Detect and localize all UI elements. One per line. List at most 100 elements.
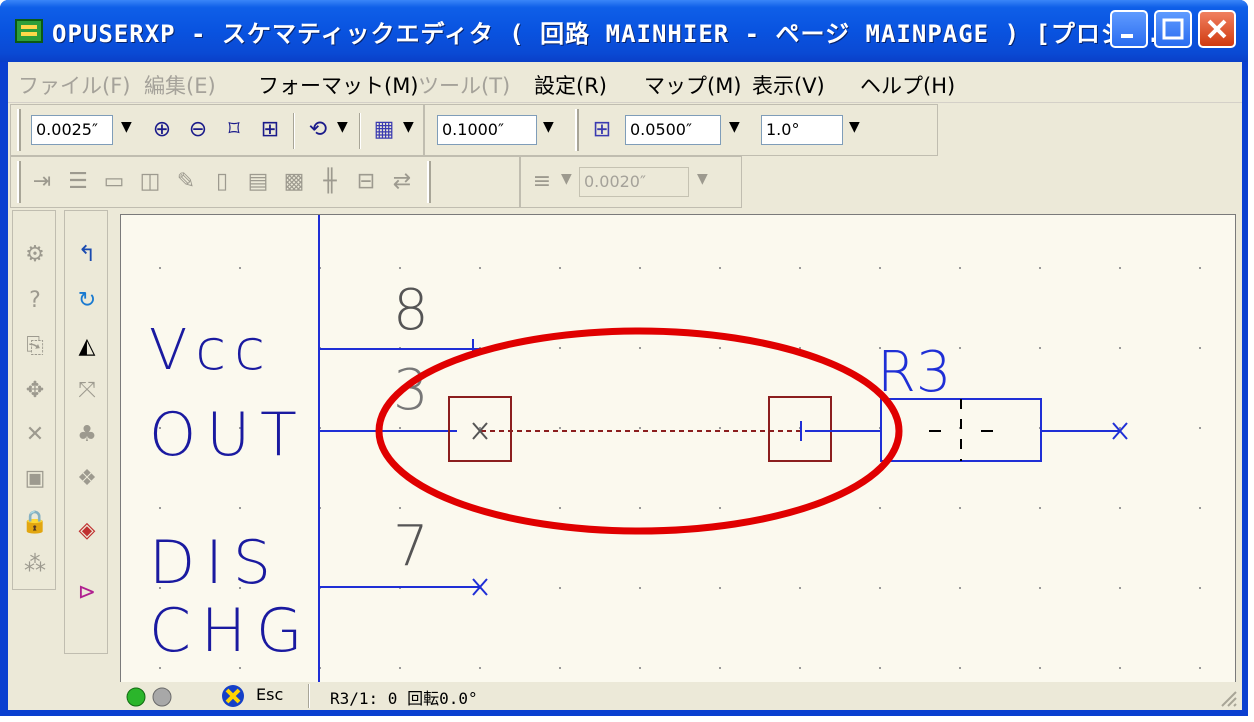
flip-icon[interactable]: ⤧ bbox=[71, 375, 103, 407]
green-status-icon bbox=[126, 687, 146, 707]
grid-combo[interactable]: 0.1000″ bbox=[437, 115, 537, 145]
grid-value-dropdown-arrow[interactable]: ▼ bbox=[543, 119, 554, 135]
menu-format[interactable]: フォーマット(M) bbox=[258, 70, 419, 100]
toolbar-separator bbox=[359, 113, 361, 149]
line-style-icon[interactable]: ≡ bbox=[527, 167, 557, 197]
select-icon[interactable]: ◫ bbox=[135, 167, 165, 197]
rotate-icon[interactable]: ↻ bbox=[71, 285, 103, 317]
hdl-icon[interactable]: ⊟ bbox=[351, 167, 381, 197]
refresh-dropdown-arrow[interactable]: ▼ bbox=[337, 119, 348, 135]
swap-icon[interactable]: ⇄ bbox=[387, 167, 417, 197]
grid-dot bbox=[639, 587, 641, 589]
snap-dropdown-arrow[interactable]: ▼ bbox=[729, 119, 740, 135]
grid-dot bbox=[1199, 507, 1201, 509]
delete-icon[interactable]: ✕ bbox=[19, 419, 51, 451]
page-icon[interactable]: ▭ bbox=[99, 167, 129, 197]
zoom-fit-icon[interactable]: ⊞ bbox=[255, 115, 285, 145]
resize-grip-icon[interactable] bbox=[1218, 688, 1238, 708]
snap-grid-icon[interactable]: ⊞ bbox=[587, 115, 617, 145]
grid-dot bbox=[1119, 507, 1121, 509]
grid-dot bbox=[159, 507, 161, 509]
grid-dot bbox=[559, 667, 561, 669]
left-toolbar-1: ⚙ ? ⎘ ✥ ✕ ▣ 🔒 ⁂ bbox=[12, 210, 56, 590]
line-width-combo[interactable]: 0.0020″ bbox=[579, 167, 689, 197]
angle-combo[interactable]: 1.0° bbox=[761, 115, 843, 145]
toolbar-grip[interactable] bbox=[17, 161, 21, 203]
grid-dot bbox=[1039, 267, 1041, 269]
pin-name-chg: CHG bbox=[149, 596, 313, 666]
zoom-area-icon[interactable]: ⌑ bbox=[219, 115, 249, 145]
grid-dot bbox=[559, 587, 561, 589]
table-icon[interactable]: ▤ bbox=[243, 167, 273, 197]
esc-icon[interactable] bbox=[220, 683, 248, 709]
maximize-button[interactable] bbox=[1154, 10, 1192, 48]
grid-icon[interactable]: ▦ bbox=[369, 115, 399, 145]
menu-settings[interactable]: 設定(R) bbox=[534, 70, 607, 100]
bus-icon[interactable]: ╫ bbox=[315, 167, 345, 197]
properties-icon[interactable]: ▣ bbox=[19, 463, 51, 495]
copy-icon[interactable]: ⎘ bbox=[19, 331, 51, 363]
zoom-in-icon[interactable]: ⊕ bbox=[147, 115, 177, 145]
move-icon[interactable]: ✥ bbox=[19, 375, 51, 407]
menu-map[interactable]: マップ(M) bbox=[644, 70, 742, 100]
grid-dot bbox=[479, 667, 481, 669]
grid-dot bbox=[959, 667, 961, 669]
menu-edit[interactable]: 編集(E) bbox=[144, 70, 216, 100]
grid-dropdown-arrow[interactable]: ▼ bbox=[403, 119, 414, 135]
line-style-dropdown-arrow[interactable]: ▼ bbox=[561, 171, 572, 187]
scatter-icon[interactable]: ❖ bbox=[71, 463, 103, 495]
toolbar-grip[interactable] bbox=[575, 109, 579, 151]
grid-dot bbox=[719, 267, 721, 269]
minimize-button[interactable] bbox=[1110, 10, 1148, 48]
blank-page-icon[interactable]: ▯ bbox=[207, 167, 237, 197]
grid-dot bbox=[559, 427, 561, 429]
align-icon[interactable]: ♣ bbox=[71, 419, 103, 451]
gate-icon[interactable]: ⊳ bbox=[71, 577, 103, 609]
tools-icon[interactable]: ✎ bbox=[171, 167, 201, 197]
zoom-combo[interactable]: 0.0025″ bbox=[31, 115, 113, 145]
toolbar-grip[interactable] bbox=[17, 109, 21, 151]
line-width-dropdown-arrow[interactable]: ▼ bbox=[697, 171, 708, 187]
lock-icon[interactable]: 🔒 bbox=[19, 507, 51, 539]
menu-tools[interactable]: ツール(T) bbox=[418, 70, 510, 100]
grid-dot bbox=[399, 267, 401, 269]
grid-dot bbox=[639, 267, 641, 269]
pin-number-7: 7 bbox=[393, 514, 429, 579]
undo-icon[interactable]: ↰ bbox=[71, 239, 103, 271]
insert-pin-icon[interactable]: ⇥ bbox=[27, 167, 57, 197]
snap-combo[interactable]: 0.0500″ bbox=[625, 115, 721, 145]
grid-dot bbox=[639, 347, 641, 349]
help-arrow-icon[interactable]: ? bbox=[19, 285, 51, 317]
grid-dot bbox=[1119, 267, 1121, 269]
list-icon[interactable]: ☰ bbox=[63, 167, 93, 197]
grid-dot bbox=[1039, 667, 1041, 669]
menu-bar: ファイル(F) 編集(E) フォーマット(M) ツール(T) 設定(R) マップ… bbox=[8, 62, 1242, 103]
schematic-canvas[interactable]: Vcc OUT DIS CHG 8 3 7 R3 bbox=[120, 214, 1236, 684]
toolbar-grip[interactable] bbox=[427, 161, 431, 203]
grid-dot bbox=[399, 667, 401, 669]
grid-dot bbox=[879, 507, 881, 509]
application-window: OPUSERXP - スケマティックエディタ ( 回路 MAINHIER - ペ… bbox=[0, 0, 1248, 716]
zoom-out-icon[interactable]: ⊖ bbox=[183, 115, 213, 145]
place-part-icon[interactable]: ⚙ bbox=[19, 239, 51, 271]
grid-dot bbox=[719, 587, 721, 589]
pin-name-vcc: Vcc bbox=[149, 318, 273, 383]
zoom-toolbar: 0.0025″ ▼ ⊕ ⊖ ⌑ ⊞ ⟲ ▼ ▦ ▼ bbox=[10, 104, 424, 156]
diamond-icon[interactable]: ◈ bbox=[71, 515, 103, 547]
menu-help[interactable]: ヘルプ(H) bbox=[860, 70, 955, 100]
pin-name-dis: DIS bbox=[149, 528, 281, 598]
grid-dot bbox=[239, 267, 241, 269]
grid-dot bbox=[879, 667, 881, 669]
block-icon[interactable]: ▩ bbox=[279, 167, 309, 197]
grid-dot bbox=[719, 427, 721, 429]
angle-dropdown-arrow[interactable]: ▼ bbox=[849, 119, 860, 135]
menu-file[interactable]: ファイル(F) bbox=[18, 70, 130, 100]
refresh-icon[interactable]: ⟲ bbox=[303, 115, 333, 145]
group-icon[interactable]: ⁂ bbox=[19, 549, 51, 581]
mirror-icon[interactable]: ◭ bbox=[71, 331, 103, 363]
app-icon bbox=[15, 19, 43, 43]
title-bar[interactable]: OPUSERXP - スケマティックエディタ ( 回路 MAINHIER - ペ… bbox=[0, 0, 1248, 62]
zoom-dropdown-arrow[interactable]: ▼ bbox=[121, 119, 132, 135]
close-button[interactable] bbox=[1198, 10, 1236, 48]
menu-view[interactable]: 表示(V) bbox=[752, 70, 825, 100]
